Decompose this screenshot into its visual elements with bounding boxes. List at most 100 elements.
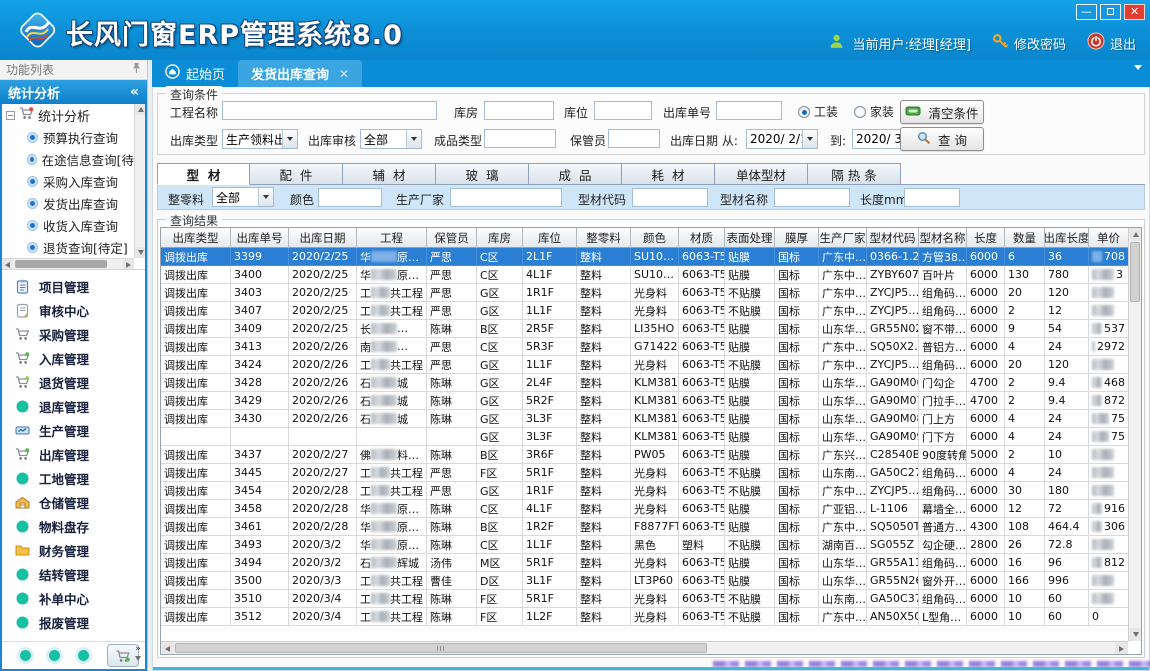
location-input[interactable]	[594, 101, 652, 120]
table-row[interactable]: 调拨出库34072020/2/25工共工程严思G区1L1F整料光身料6063-T…	[161, 302, 1141, 320]
warehouse-input[interactable]	[484, 101, 554, 120]
column-header-code[interactable]: 型材代码	[867, 228, 919, 248]
quick-module-icon[interactable]	[20, 650, 31, 661]
maximize-button[interactable]	[1100, 4, 1121, 20]
scroll-right-icon[interactable]	[123, 259, 134, 270]
material-tab-配件[interactable]: 配 件	[250, 163, 343, 185]
column-header-qty[interactable]: 数量	[1005, 228, 1045, 248]
column-header-wh[interactable]: 库房	[477, 228, 523, 248]
sidebar-item-物料盘存[interactable]: 物料盘存	[2, 514, 145, 538]
length-input[interactable]	[904, 188, 960, 207]
clear-conditions-button[interactable]: 清空条件	[900, 100, 984, 124]
sidebar-item-财务管理[interactable]: 财务管理	[2, 538, 145, 562]
grid-horizontal-scrollbar[interactable]	[161, 641, 1128, 654]
sidebar-item-出库管理[interactable]: 出库管理	[2, 442, 145, 466]
column-header-color[interactable]: 颜色	[631, 228, 679, 248]
tree-item-发货出库查询[interactable]: 发货出库查询	[2, 192, 134, 214]
scroll-thumb[interactable]	[15, 260, 107, 268]
sidebar-item-审核中心[interactable]: 审核中心	[2, 298, 145, 322]
date-from-select[interactable]: 2020/ 2/16	[746, 129, 818, 149]
quick-module-icon[interactable]	[49, 650, 60, 661]
tab-shipment-outbound-query[interactable]: 发货出库查询 ✕	[238, 60, 362, 87]
scroll-down-icon[interactable]	[1129, 628, 1142, 641]
column-header-mat[interactable]: 材质	[679, 228, 725, 248]
tree-horizontal-scrollbar[interactable]	[2, 258, 134, 269]
grid-vertical-scrollbar[interactable]	[1128, 228, 1141, 641]
table-row[interactable]: 调拨出库35102020/3/4工共工程陈琳F区5R1F整料光身料6063-T5…	[161, 590, 1141, 608]
table-row[interactable]: 调拨出库34242020/2/26工共工程严思G区1L1F整料光身料6063-T…	[161, 356, 1141, 374]
column-header-date[interactable]: 出库日期	[289, 228, 357, 248]
column-header-len[interactable]: 长度	[967, 228, 1005, 248]
material-tab-单体型材[interactable]: 单体型材	[715, 163, 808, 185]
profile-name-input[interactable]	[774, 188, 850, 207]
material-tab-型材[interactable]: 型 材	[157, 163, 250, 185]
column-header-keeper[interactable]: 保管员	[427, 228, 477, 248]
project-name-input[interactable]	[222, 101, 437, 120]
scroll-right-icon[interactable]	[1115, 642, 1128, 655]
scroll-up-icon[interactable]	[135, 104, 145, 115]
column-header-outlen[interactable]: 出库长度	[1045, 228, 1089, 248]
table-row[interactable]: 调拨出库34132020/2/26南…严思C区5R3F整料G714226063-…	[161, 338, 1141, 356]
tree-expander-icon[interactable]: −	[6, 111, 15, 120]
tree-vertical-scrollbar[interactable]	[134, 104, 145, 258]
table-row[interactable]: G区3L3F整料KLM38176063-T5贴膜国标山东华…GA90M09.门下…	[161, 428, 1141, 446]
material-tab-隔热条[interactable]: 隔 热 条	[808, 163, 901, 185]
sidebar-item-入库管理[interactable]: 入库管理	[2, 346, 145, 370]
material-tab-辅材[interactable]: 辅 材	[343, 163, 436, 185]
scroll-up-icon[interactable]	[1129, 228, 1142, 241]
audit-select[interactable]: 全部	[360, 129, 422, 149]
order-no-input[interactable]	[716, 101, 782, 120]
tree-item-在途信息查询[待[interactable]: 在途信息查询[待	[2, 148, 134, 170]
logout-button[interactable]: 退出	[1087, 32, 1136, 54]
change-password-button[interactable]: 修改密码	[992, 33, 1066, 54]
material-tab-耗材[interactable]: 耗 材	[622, 163, 715, 185]
table-row[interactable]: 调拨出库34612020/2/28华原…陈琳B区1R2F整料F8877FT606…	[161, 518, 1141, 536]
scroll-thumb[interactable]	[1130, 242, 1140, 302]
column-header-type[interactable]: 出库类型	[161, 228, 231, 248]
column-header-proj[interactable]: 工程	[357, 228, 427, 248]
keeper-input[interactable]	[608, 129, 660, 148]
scroll-left-icon[interactable]	[161, 642, 174, 655]
tab-close-icon[interactable]: ✕	[339, 67, 349, 81]
column-header-loc[interactable]: 库位	[523, 228, 577, 248]
column-header-price[interactable]: 单价	[1089, 228, 1129, 248]
table-row[interactable]: 调拨出库33992020/2/25华原…严思C区2L1F整料SU10…6063-…	[161, 248, 1141, 266]
collapse-icon[interactable]: «	[130, 84, 139, 100]
product-type-input[interactable]	[484, 129, 556, 148]
table-row[interactable]: 调拨出库34452020/2/27工共工程严思F区5R1F整料光身料6063-T…	[161, 464, 1141, 482]
sidebar-item-工地管理[interactable]: 工地管理	[2, 466, 145, 490]
table-row[interactable]: 调拨出库34002020/2/25华原…严思C区4L1F整料SU10…6063-…	[161, 266, 1141, 284]
material-tab-成品[interactable]: 成 品	[529, 163, 622, 185]
sidebar-item-仓储管理[interactable]: 仓储管理	[2, 490, 145, 514]
tree-item-收货入库查询[interactable]: 收货入库查询	[2, 214, 134, 236]
column-header-film[interactable]: 膜厚	[775, 228, 819, 248]
close-button[interactable]: ✕	[1124, 4, 1145, 20]
tree-item-退货查询[待定][interactable]: 退货查询[待定]	[2, 236, 134, 258]
whole-part-select[interactable]: 全部	[212, 187, 274, 207]
tab-home[interactable]: 起始页	[152, 60, 238, 87]
radio-work-clothing[interactable]: 工装	[798, 103, 838, 120]
table-row[interactable]: 调拨出库34282020/2/26石城陈琳G区2L4F整料KLM38176063…	[161, 374, 1141, 392]
tree-root-statistics[interactable]: − 统计分析	[2, 104, 134, 126]
scroll-down-icon[interactable]	[135, 247, 145, 258]
column-header-no[interactable]: 出库单号	[231, 228, 289, 248]
table-row[interactable]: 调拨出库35002020/3/3工共工程曹佳D区3L1F整料LT3P606063…	[161, 572, 1141, 590]
sidebar-section-header[interactable]: 统计分析 «	[0, 80, 147, 104]
table-row[interactable]: 调拨出库35122020/3/4工共工程陈琳F区1L2F整料光身料6063-T5…	[161, 608, 1141, 626]
radio-home-clothing[interactable]: 家装	[854, 103, 894, 120]
table-row[interactable]: 调拨出库34292020/2/26石城陈琳G区5R2F整料KLM38176063…	[161, 392, 1141, 410]
pin-icon[interactable]	[132, 62, 141, 77]
column-header-whole[interactable]: 整零料	[577, 228, 631, 248]
sidebar-item-生产管理[interactable]: 生产管理	[2, 418, 145, 442]
table-row[interactable]: 调拨出库34942020/3/2石辉城汤伟M区5R1F整料光身料6063-T5贴…	[161, 554, 1141, 572]
table-row[interactable]: 调拨出库34032020/2/25工共工程严思G区1R1F整料光身料6063-T…	[161, 284, 1141, 302]
color-input[interactable]	[318, 188, 382, 207]
manufacturer-input[interactable]	[450, 188, 562, 207]
column-header-surface[interactable]: 表面处理	[725, 228, 775, 248]
sidebar-item-补单中心[interactable]: 补单中心	[2, 586, 145, 610]
more-modules-button[interactable]: »	[135, 644, 141, 664]
sidebar-item-退货管理[interactable]: 退货管理	[2, 370, 145, 394]
scroll-left-icon[interactable]	[2, 259, 13, 270]
table-row[interactable]: 调拨出库34582020/2/28华原…陈琳C区4L1F整料光身料6063-T5…	[161, 500, 1141, 518]
sidebar-item-报废管理[interactable]: 报废管理	[2, 610, 145, 634]
